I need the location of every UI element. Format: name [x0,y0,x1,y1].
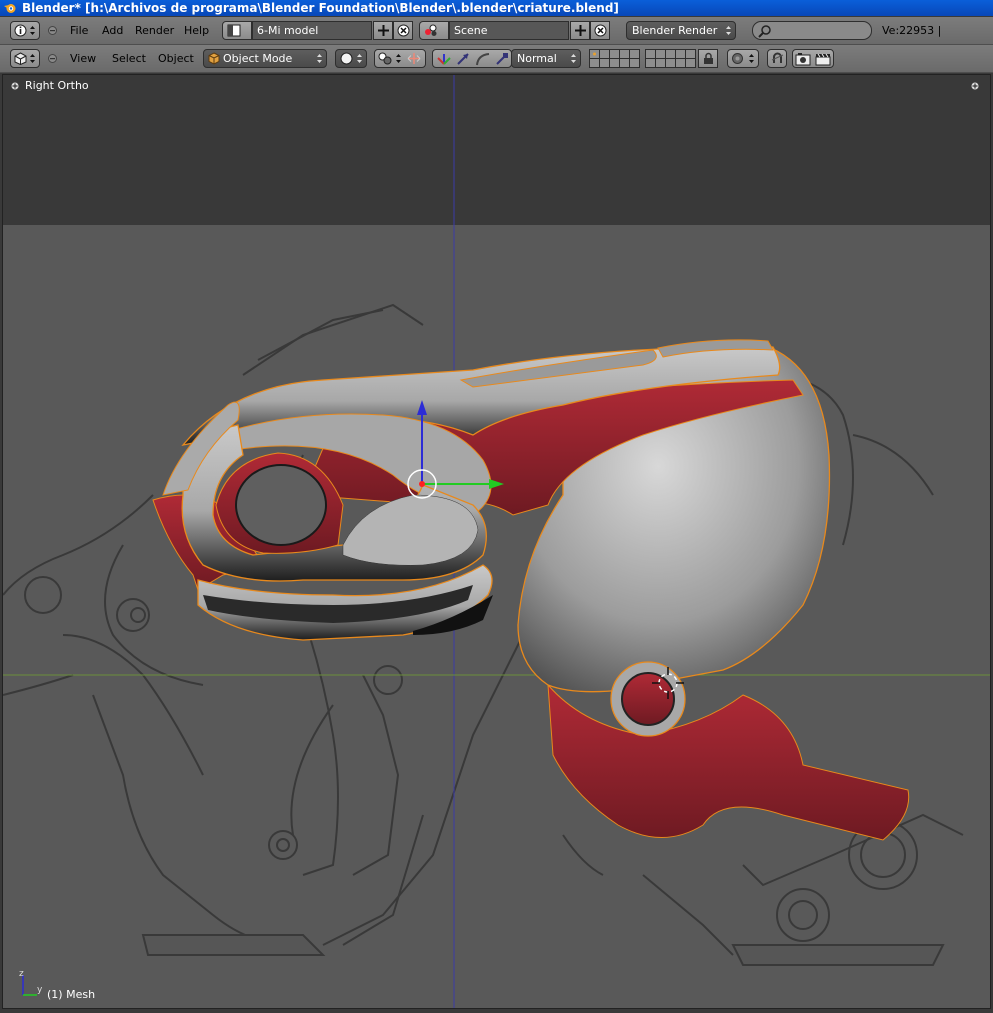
toolshelf-toggle-icon[interactable] [11,82,19,90]
object-origin [419,481,425,487]
menu-object[interactable]: Object [154,49,198,68]
active-object-label: (1) Mesh [47,988,96,1001]
menu-render[interactable]: Render [131,21,178,40]
manipulator-icon [437,54,451,65]
proportional-edit-dropdown[interactable] [727,49,759,68]
screen-layout-field[interactable]: 6-Mi model [252,21,372,40]
lock-layers-button[interactable] [698,49,718,68]
view3d-icon [14,52,27,65]
scene-selector[interactable] [419,21,449,40]
info-header: File Add Render Help 6-Mi model Scene Bl… [0,17,993,56]
snap-icon [771,52,784,63]
scene-stats: Ve:22953 | Fa:22864 [882,24,942,56]
menu-add[interactable]: Add [98,21,127,40]
chevron-updown-icon [357,54,362,63]
render-buttons-group [792,49,834,68]
chevron-updown-icon [571,54,576,63]
blender-logo-icon [4,4,16,13]
transform-orientation-label: Normal [517,52,557,65]
add-icon [575,25,586,36]
mini-axis-gizmo: z y [19,969,43,996]
layers-icon [589,49,640,68]
chevron-updown-icon [749,54,754,63]
chevron-updown-icon [317,54,322,63]
chevron-updown-icon [726,26,731,35]
axis-z-label: z [19,969,24,979]
view3d-editor-type-button[interactable] [10,49,40,68]
scale-icon [496,53,508,65]
title-bar: Blender* [h:\Archivos de programa\Blende… [0,0,993,16]
render-camera-icon[interactable] [795,52,811,66]
chevron-updown-icon [30,54,35,63]
pivot-point-dropdown[interactable] [374,49,426,68]
properties-toggle-icon[interactable] [971,82,979,90]
mode-label: Object Mode [223,52,293,65]
layers-group-1[interactable] [589,49,641,71]
search-input[interactable] [752,21,872,40]
delete-screen-button[interactable] [393,21,413,40]
search-icon [758,25,771,38]
scene-field[interactable]: Scene [449,21,569,40]
add-screen-button[interactable] [373,21,393,40]
screen-layout-icon [227,24,241,37]
delete-scene-button[interactable] [590,21,610,40]
proportional-icon [732,53,743,64]
chevron-updown-icon [396,54,401,63]
render-engine-label: Blender Render [632,24,718,37]
creature-mesh[interactable] [152,339,910,841]
manipulator-group[interactable] [432,49,512,68]
transform-orientation-dropdown[interactable]: Normal [511,49,581,68]
menu-select[interactable]: Select [108,49,150,68]
view-name-label: Right Ortho [25,79,89,92]
mode-dropdown[interactable]: Object Mode [203,49,327,68]
screen-layout-selector[interactable] [222,21,252,40]
shading-sphere-icon [340,52,353,65]
blender-window: Blender* [h:\Archivos de programa\Blende… [0,0,993,1013]
window-title: Blender* [h:\Archivos de programa\Blende… [22,1,619,15]
add-scene-button[interactable] [570,21,590,40]
cube-mode-icon [208,52,220,65]
layers-icon [645,49,696,68]
lock-icon [704,52,713,64]
viewport-3d[interactable]: z y Right Ortho (1) Mesh [2,74,991,1009]
pivot-icon [378,52,392,65]
menu-view[interactable]: View [66,49,100,68]
render-engine-dropdown[interactable]: Blender Render [626,21,736,40]
info-icon [14,24,27,37]
scene-icon [425,24,437,36]
menu-help[interactable]: Help [180,21,213,40]
close-icon [397,24,410,37]
close-icon [594,24,607,37]
axis-y-label: y [37,985,43,995]
menu-file[interactable]: File [66,21,92,40]
scene-canvas[interactable]: z y [3,75,990,1008]
editor-type-button[interactable] [10,21,40,40]
chevron-updown-icon [30,26,35,35]
render-clapper-icon[interactable] [815,52,831,66]
pivot-align-icon [407,53,421,64]
viewport-shading-dropdown[interactable] [335,49,367,68]
collapse-icon[interactable] [48,26,57,35]
collapse-icon[interactable] [48,54,57,63]
view3d-header: View Select Object Object Mode Normal [0,45,993,73]
rotate-icon [476,53,490,66]
add-icon [378,25,389,36]
snap-toggle[interactable] [767,49,787,68]
layers-group-2[interactable] [645,49,697,71]
translate-icon [457,53,469,65]
